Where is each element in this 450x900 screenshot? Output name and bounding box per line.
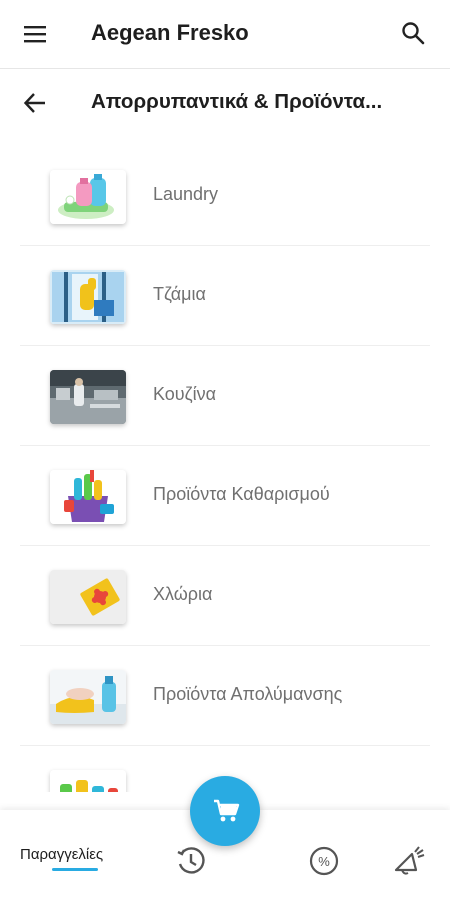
megaphone-icon[interactable] <box>392 844 426 878</box>
category-label: Κουζίνα <box>153 384 216 404</box>
category-item-kitchen[interactable]: Κουζίνα <box>0 346 450 446</box>
category-item-disinfection[interactable]: Προϊόντα Απολύμανσης <box>0 646 450 746</box>
category-header: Απορρυπαντικά & Προϊόντα... <box>0 68 450 142</box>
shopping-cart-icon <box>214 799 240 822</box>
category-item-cleaning-products[interactable]: Προϊόντα Καθαρισμού <box>0 446 450 546</box>
category-label: Προϊόντα Απολύμανσης <box>153 684 343 704</box>
kitchen-thumbnail <box>50 370 126 424</box>
laundry-thumbnail <box>50 170 126 224</box>
svg-text:%: % <box>318 854 330 869</box>
category-label: Τζάμια <box>153 284 206 304</box>
percent-icon[interactable]: % <box>307 844 341 878</box>
active-tab-indicator <box>52 868 98 871</box>
cleaning-products-thumbnail <box>50 470 126 524</box>
nav-orders-tab[interactable]: Παραγγελίες <box>20 846 103 863</box>
app-title: Aegean Fresko <box>91 20 249 45</box>
history-clock-icon[interactable] <box>174 844 208 878</box>
category-item-chlorine[interactable]: Χλώρια <box>0 546 450 646</box>
category-item-windows[interactable]: Τζάμια <box>0 246 450 346</box>
hamburger-menu-icon[interactable] <box>22 22 48 46</box>
category-item-laundry[interactable]: Laundry <box>0 146 450 246</box>
cart-fab-button[interactable] <box>190 776 260 846</box>
category-list: Laundry Τζάμια Κουζίνα Προϊόντα Καθαρισμ… <box>0 146 450 792</box>
chlorine-thumbnail <box>50 570 126 624</box>
cleaning-bottles-thumbnail <box>50 770 126 792</box>
category-label: Laundry <box>153 184 219 204</box>
category-label: Χλώρια <box>153 584 213 604</box>
search-icon[interactable] <box>400 20 426 46</box>
page-title: Απορρυπαντικά & Προϊόντα... <box>91 90 383 113</box>
arrow-left-icon[interactable] <box>22 90 48 116</box>
disinfection-thumbnail <box>50 670 126 724</box>
category-label: Προϊόντα Καθαρισμού <box>153 484 330 504</box>
windows-thumbnail <box>50 270 126 324</box>
app-bar: Aegean Fresko <box>0 0 450 69</box>
